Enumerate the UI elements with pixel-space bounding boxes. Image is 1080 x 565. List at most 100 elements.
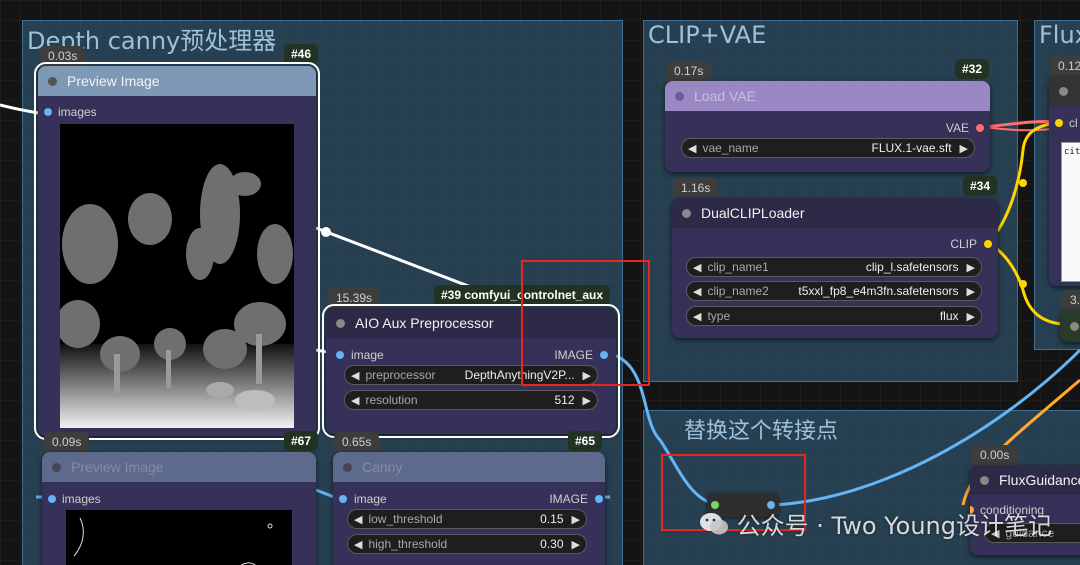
- widget-value: t5xxl_fp8_e4m3fn.safetensors: [798, 284, 959, 298]
- widget-label: low_threshold: [368, 512, 443, 526]
- decrement-arrow-icon[interactable]: ◀: [354, 513, 362, 526]
- watermark: 公众号 · Two Young设计笔记: [699, 506, 1052, 541]
- depth-map-graphic: [60, 124, 294, 428]
- time-badge-canny: 0.65s: [334, 432, 380, 452]
- output-slot-vae[interactable]: VAE: [946, 121, 984, 135]
- decrement-arrow-icon[interactable]: ◀: [351, 369, 359, 382]
- input-slot-images[interactable]: images: [44, 105, 97, 119]
- node-header[interactable]: DualCLIPLoader: [672, 198, 998, 228]
- id-badge-load-vae: #32: [955, 59, 990, 79]
- widget-value: flux: [939, 309, 959, 323]
- node-preview-image-46[interactable]: Preview Image images: [34, 62, 320, 440]
- input-slot-image[interactable]: image: [336, 348, 384, 362]
- collapse-dot-icon[interactable]: [1070, 322, 1079, 331]
- node-dual-clip-loader[interactable]: DualCLIPLoader CLIP ◀ clip_name1 clip_l.…: [672, 198, 998, 338]
- collapse-dot-icon[interactable]: [1059, 86, 1068, 96]
- output-slot-image[interactable]: IMAGE: [549, 492, 603, 506]
- input-slot-images[interactable]: images: [48, 492, 101, 506]
- node-header[interactable]: FluxGuidance: [970, 465, 1080, 495]
- widget-value: 0.15: [540, 512, 564, 526]
- widget-resolution[interactable]: ◀ resolution 512 ▶: [344, 390, 598, 410]
- widget-clip-name1[interactable]: ◀ clip_name1 clip_l.safetensors ▶: [686, 257, 982, 277]
- widget-low-threshold[interactable]: ◀ low_threshold 0.15 ▶: [347, 509, 587, 529]
- node-flux-partial[interactable]: [1060, 310, 1080, 342]
- highlight-box-image-output: [521, 260, 650, 386]
- decrement-arrow-icon[interactable]: ◀: [693, 310, 701, 323]
- canny-edge-graphic: [73, 517, 273, 565]
- node-header[interactable]: Preview Image: [38, 66, 316, 96]
- node-title: Load VAE: [694, 88, 757, 104]
- decrement-arrow-icon[interactable]: ◀: [693, 285, 701, 298]
- node-header[interactable]: Preview Image: [42, 452, 316, 482]
- widget-label: high_threshold: [368, 537, 448, 551]
- slot-label: image: [354, 492, 387, 506]
- text-prompt-area[interactable]: cit: [1061, 142, 1080, 282]
- time-badge-aio: 15.39s: [328, 288, 381, 308]
- id-badge-canny: #65: [568, 431, 603, 451]
- time-badge-flux-right: 0.12: [1050, 56, 1080, 76]
- widget-label: resolution: [365, 393, 418, 407]
- slot-dot-icon[interactable]: [595, 495, 603, 503]
- slot-dot-icon[interactable]: [976, 124, 984, 132]
- slot-dot-icon[interactable]: [984, 240, 992, 248]
- wechat-icon: [699, 511, 729, 537]
- collapse-dot-icon[interactable]: [675, 91, 684, 101]
- input-slot-clip[interactable]: cl: [1055, 116, 1078, 130]
- output-slot-clip[interactable]: CLIP: [950, 237, 992, 251]
- watermark-text: 公众号 · Two Young设计笔记: [736, 512, 1052, 540]
- widget-value: clip_l.safetensors: [865, 260, 959, 274]
- time-badge-flux-right-2: 3.0: [1062, 290, 1080, 310]
- collapse-dot-icon[interactable]: [980, 475, 989, 485]
- collapse-dot-icon[interactable]: [336, 318, 345, 328]
- time-badge-dual-clip: 1.16s: [673, 178, 719, 198]
- widget-vae-name[interactable]: ◀ vae_name FLUX.1-vae.sft ▶: [681, 138, 975, 158]
- node-header[interactable]: Canny: [333, 452, 605, 482]
- slot-dot-icon[interactable]: [48, 495, 56, 503]
- slot-label: IMAGE: [549, 492, 588, 506]
- widget-type[interactable]: ◀ type flux ▶: [686, 306, 982, 326]
- increment-arrow-icon[interactable]: ▶: [572, 538, 580, 551]
- decrement-arrow-icon[interactable]: ◀: [688, 142, 696, 155]
- widget-label: clip_name2: [707, 284, 769, 298]
- increment-arrow-icon[interactable]: ▶: [572, 513, 580, 526]
- time-badge-flux-guidance: 0.00s: [972, 445, 1018, 465]
- collapse-dot-icon[interactable]: [682, 208, 691, 218]
- canny-edge-preview-image: [66, 510, 292, 565]
- node-load-vae[interactable]: Load VAE VAE ◀ vae_name FLUX.1-vae.sft ▶: [665, 81, 990, 172]
- decrement-arrow-icon[interactable]: ◀: [351, 394, 359, 407]
- slot-label: image: [351, 348, 384, 362]
- increment-arrow-icon[interactable]: ▶: [967, 310, 975, 323]
- collapse-dot-icon[interactable]: [48, 76, 57, 86]
- decrement-arrow-icon[interactable]: ◀: [693, 261, 701, 274]
- decrement-arrow-icon[interactable]: ◀: [354, 538, 362, 551]
- collapse-dot-icon[interactable]: [343, 462, 352, 472]
- slot-dot-icon[interactable]: [339, 495, 347, 503]
- node-flux-clip-text-encode[interactable]: cl cit: [1049, 76, 1080, 286]
- depth-map-preview-image: [60, 124, 294, 428]
- widget-label: preprocessor: [365, 368, 436, 382]
- widget-high-threshold[interactable]: ◀ high_threshold 0.30 ▶: [347, 534, 587, 554]
- node-title: DualCLIPLoader: [701, 205, 805, 221]
- slot-dot-icon[interactable]: [336, 351, 344, 359]
- node-title: Preview Image: [71, 459, 164, 475]
- node-canny[interactable]: Canny image IMAGE ◀ low_threshold 0.15 ▶…: [333, 452, 605, 565]
- node-header[interactable]: Load VAE: [665, 81, 990, 111]
- node-preview-image-67[interactable]: Preview Image images: [42, 452, 316, 565]
- node-header[interactable]: [1049, 76, 1080, 106]
- widget-value: FLUX.1-vae.sft: [871, 141, 952, 155]
- increment-arrow-icon[interactable]: ▶: [583, 394, 591, 407]
- slot-label: images: [62, 492, 101, 506]
- input-slot-image[interactable]: image: [339, 492, 387, 506]
- prompt-text: cit: [1064, 147, 1080, 157]
- widget-label: clip_name1: [707, 260, 769, 274]
- widget-clip-name2[interactable]: ◀ clip_name2 t5xxl_fp8_e4m3fn.safetensor…: [686, 281, 982, 301]
- slot-dot-icon[interactable]: [44, 108, 52, 116]
- increment-arrow-icon[interactable]: ▶: [967, 285, 975, 298]
- increment-arrow-icon[interactable]: ▶: [960, 142, 968, 155]
- collapse-dot-icon[interactable]: [52, 462, 61, 472]
- increment-arrow-icon[interactable]: ▶: [967, 261, 975, 274]
- id-badge-preview-46: #46: [284, 44, 319, 64]
- widget-label: type: [707, 309, 731, 323]
- id-badge-preview-67: #67: [284, 431, 319, 451]
- slot-dot-icon[interactable]: [1055, 119, 1063, 127]
